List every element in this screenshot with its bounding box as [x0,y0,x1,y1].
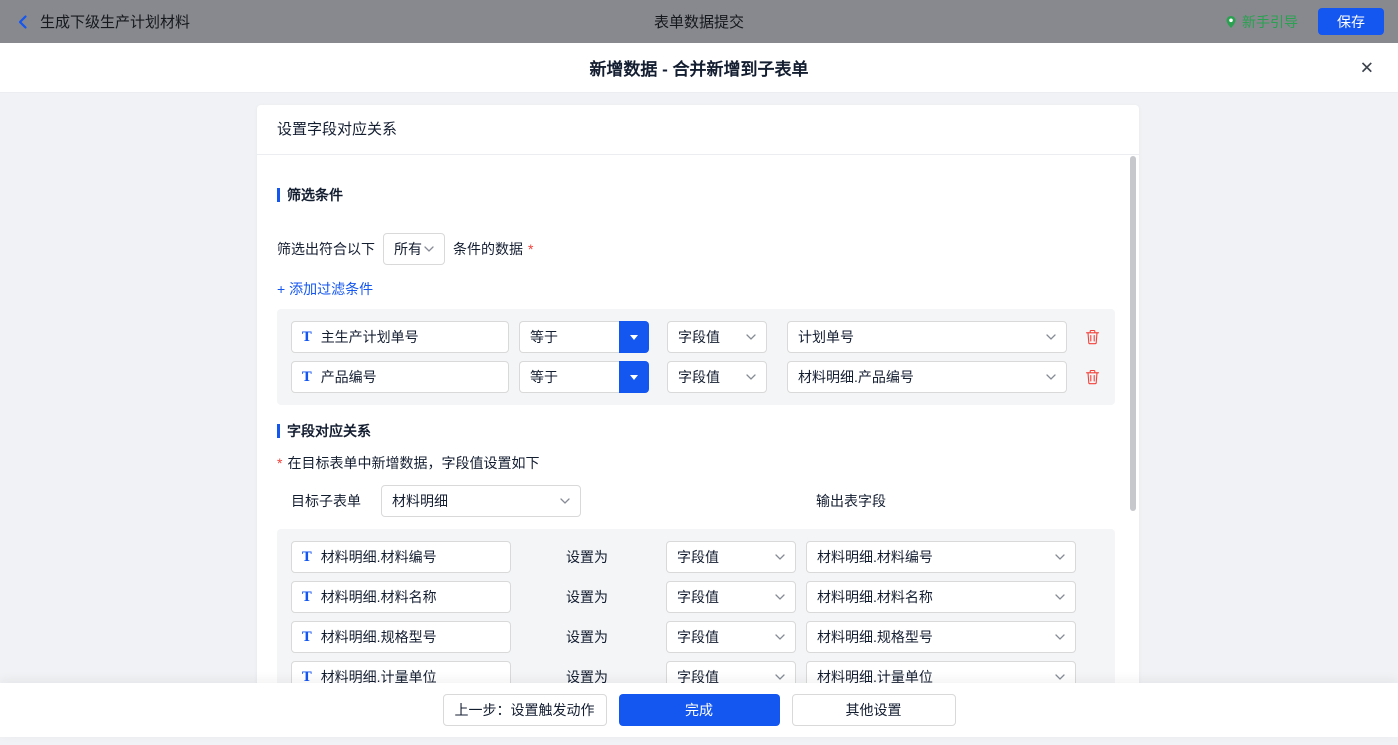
back-button[interactable] [14,13,32,31]
chevron-down-icon [1055,554,1065,560]
filter-field-input[interactable]: T 主生产计划单号 [291,321,509,353]
value-select[interactable]: 材料明细.规格型号 [806,621,1076,653]
text-field-icon: T [302,631,312,644]
caret-down-icon [630,375,638,380]
value-type-select[interactable]: 字段值 [666,541,796,573]
chevron-down-icon [560,498,570,504]
chevron-down-icon [1055,674,1065,680]
delete-filter-button[interactable] [1085,329,1100,345]
value-select[interactable]: 计划单号 [787,321,1067,353]
close-icon[interactable]: ✕ [1360,59,1374,76]
mapping-section-title: 字段对应关系 [277,421,1115,441]
operator-select[interactable]: 等于 [519,361,649,393]
value-type-select[interactable]: 字段值 [667,361,767,393]
text-field-icon: T [302,671,312,684]
operator-select[interactable]: 等于 [519,321,649,353]
filter-sentence: 筛选出符合以下 所有 条件的数据 * [277,233,1115,265]
chevron-left-icon [14,13,32,31]
chevron-down-icon [424,246,434,252]
footer-bar: 上一步：设置触发动作 完成 其他设置 [0,683,1398,737]
value-type-select[interactable]: 字段值 [666,621,796,653]
sentence-prefix: 筛选出符合以下 [277,239,375,259]
trash-icon [1085,329,1100,345]
save-button[interactable]: 保存 [1318,8,1384,35]
chevron-down-icon [1046,374,1056,380]
required-asterisk: * [528,241,533,257]
scrollbar[interactable] [1130,156,1136,511]
mapping-row: T 材料明细.材料名称 设置为 字段值 材料明细.材料名称 [291,581,1101,613]
set-as-label: 设置为 [566,627,666,647]
chevron-down-icon [775,674,785,680]
trash-icon [1085,369,1100,385]
target-subform-row: 目标子表单 材料明细 输出表字段 [277,485,1115,517]
top-bar: 生成下级生产计划材料 表单数据提交 新手引导 保存 [0,0,1398,43]
guide-link[interactable]: 新手引导 [1225,12,1298,32]
chevron-down-icon [1046,334,1056,340]
chevron-down-icon [746,334,756,340]
mapping-description: * 在目标表单中新增数据，字段值设置如下 [277,453,1115,473]
chevron-down-icon [746,374,756,380]
done-button[interactable]: 完成 [619,694,780,726]
flow-title: 生成下级生产计划材料 [40,11,190,32]
filter-section-title: 筛选条件 [277,185,1115,205]
text-field-icon: T [302,371,312,384]
mapping-field-input[interactable]: T 材料明细.材料名称 [291,581,511,613]
mapping-rows-block: T 材料明细.材料编号 设置为 字段值 材料明细.材料编号 T 材料明细.材料名… [277,529,1115,705]
guide-label: 新手引导 [1242,12,1298,32]
mapping-field-input[interactable]: T 材料明细.规格型号 [291,621,511,653]
set-as-label: 设置为 [566,547,666,567]
settings-panel: 设置字段对应关系 筛选条件 筛选出符合以下 所有 条件的数据 * + 添加过滤条… [257,105,1139,705]
required-asterisk: * [277,455,282,471]
target-subform-label: 目标子表单 [291,491,361,511]
mapping-field-input[interactable]: T 材料明细.材料编号 [291,541,511,573]
chevron-down-icon [775,634,785,640]
value-select[interactable]: 材料明细.材料编号 [806,541,1076,573]
operator-caret-button[interactable] [619,361,649,393]
chevron-down-icon [1055,594,1065,600]
output-fields-header: 输出表字段 [816,491,886,511]
dialog-title: 新增数据 - 合并新增到子表单 [589,55,808,80]
delete-filter-button[interactable] [1085,369,1100,385]
page-title: 表单数据提交 [0,11,1398,32]
panel-title: 设置字段对应关系 [257,105,1139,155]
chevron-down-icon [775,554,785,560]
previous-step-button[interactable]: 上一步：设置触发动作 [443,694,607,726]
text-field-icon: T [302,591,312,604]
sentence-suffix: 条件的数据 [453,239,523,259]
location-pin-icon [1225,15,1237,29]
filter-field-input[interactable]: T 产品编号 [291,361,509,393]
filter-row: T 主生产计划单号 等于 字段值 计划单号 [291,321,1101,353]
text-field-icon: T [302,551,312,564]
caret-down-icon [630,335,638,340]
operator-caret-button[interactable] [619,321,649,353]
value-type-select[interactable]: 字段值 [667,321,767,353]
mapping-row: T 材料明细.材料编号 设置为 字段值 材料明细.材料编号 [291,541,1101,573]
set-as-label: 设置为 [566,587,666,607]
value-select[interactable]: 材料明细.产品编号 [787,361,1067,393]
value-type-select[interactable]: 字段值 [666,581,796,613]
chevron-down-icon [775,594,785,600]
section-marker [277,188,280,202]
chevron-down-icon [1055,634,1065,640]
text-field-icon: T [302,331,312,344]
match-mode-select[interactable]: 所有 [383,233,445,265]
target-subform-select[interactable]: 材料明细 [381,485,581,517]
dialog-header: 新增数据 - 合并新增到子表单 ✕ [0,43,1398,93]
value-select[interactable]: 材料明细.材料名称 [806,581,1076,613]
mapping-row: T 材料明细.规格型号 设置为 字段值 材料明细.规格型号 [291,621,1101,653]
filter-rows-block: T 主生产计划单号 等于 字段值 计划单号 [277,309,1115,405]
filter-row: T 产品编号 等于 字段值 材料明细.产品编号 [291,361,1101,393]
section-marker [277,424,280,438]
other-settings-button[interactable]: 其他设置 [792,694,956,726]
add-filter-link[interactable]: + 添加过滤条件 [277,279,1115,299]
